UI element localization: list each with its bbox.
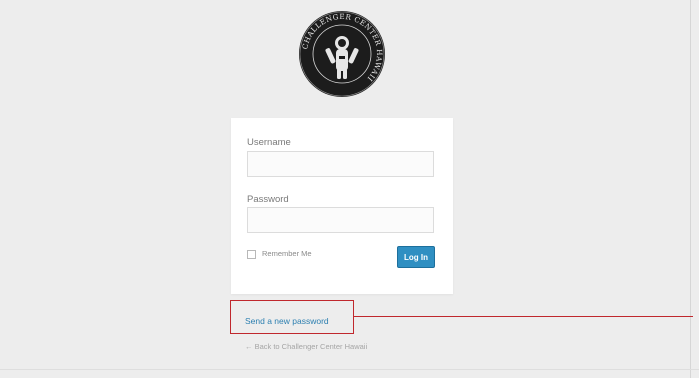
remember-me-checkbox[interactable]: [247, 250, 256, 259]
login-page: CHALLENGER CENTER HAWAII Username Passwo…: [0, 0, 699, 378]
username-input[interactable]: [247, 151, 434, 177]
username-label: Username: [247, 137, 291, 148]
password-input[interactable]: [247, 207, 434, 233]
log-in-button[interactable]: Log In: [397, 246, 435, 268]
password-label: Password: [247, 194, 289, 205]
login-form: Username Password Remember Me Log In: [231, 118, 453, 294]
back-to-site-link[interactable]: ← Back to Challenger Center Hawaii: [245, 342, 367, 351]
page-edge-right: [690, 0, 691, 378]
annotation-highlight-box: [230, 300, 354, 334]
astronaut-seal-icon: CHALLENGER CENTER HAWAII: [299, 11, 385, 97]
remember-me-label: Remember Me: [262, 249, 312, 258]
annotation-leader-line: [353, 316, 693, 317]
site-logo[interactable]: CHALLENGER CENTER HAWAII: [298, 10, 386, 98]
page-edge-bottom: [0, 369, 699, 370]
